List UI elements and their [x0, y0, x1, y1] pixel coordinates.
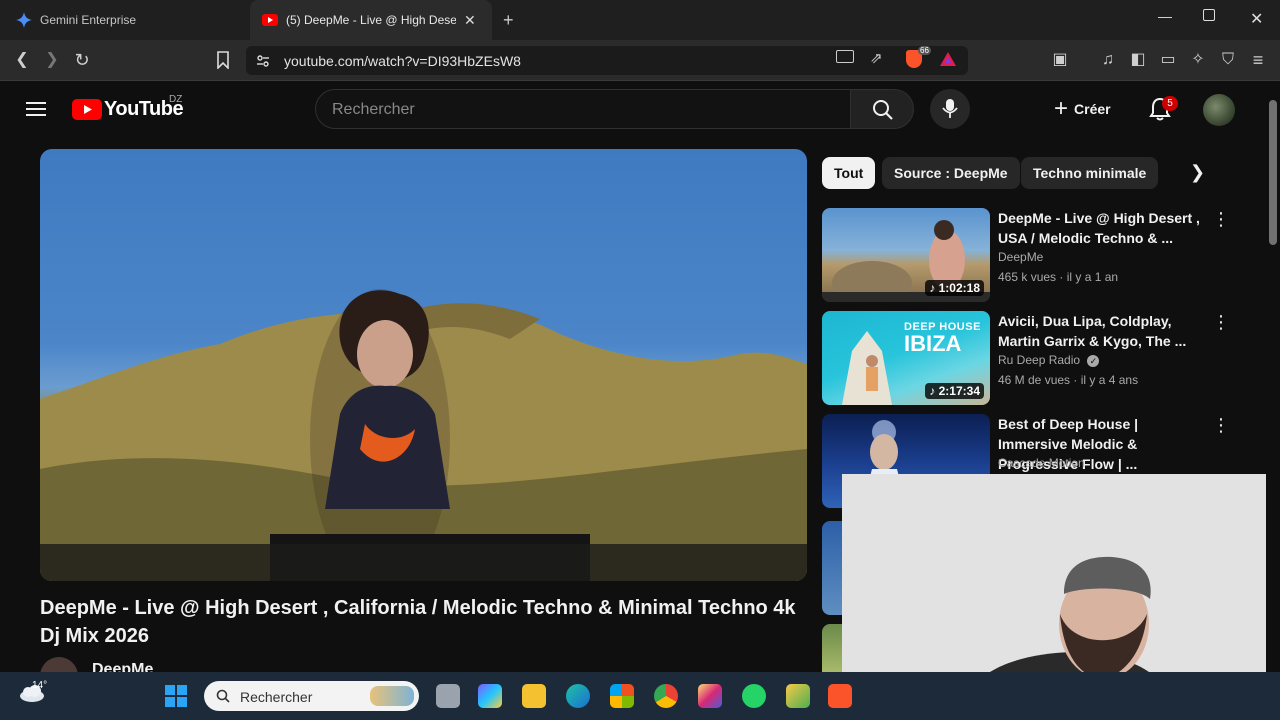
- video-thumbnail[interactable]: ♪ 1:02:18: [822, 208, 990, 302]
- thumbnail-image: [842, 331, 892, 405]
- hamburger-menu-icon[interactable]: [26, 101, 46, 117]
- chrome-icon[interactable]: [654, 684, 678, 708]
- instagram-icon[interactable]: [698, 684, 722, 708]
- rec-meta: 465 k vues · il y a 1 an: [998, 270, 1119, 284]
- tab-title: (5) DeepMe - Live @ High Deser: [286, 13, 456, 27]
- rec-channel[interactable]: Cascade Motion: [998, 456, 1085, 470]
- rec-title[interactable]: Avicii, Dua Lipa, Coldplay, Martin Garri…: [998, 311, 1204, 351]
- video-duration: ♪ 2:17:34: [925, 383, 984, 399]
- minimize-icon[interactable]: —: [1158, 8, 1172, 24]
- site-settings-icon[interactable]: [256, 54, 270, 68]
- tab-title: Gemini Enterprise: [40, 13, 137, 27]
- search-icon: [216, 689, 230, 703]
- video-thumbnail[interactable]: DEEP HOUSE IBIZA ♪ 2:17:34: [822, 311, 990, 405]
- brave-browser-icon[interactable]: [828, 684, 852, 708]
- whatsapp-icon[interactable]: [742, 684, 766, 708]
- share-icon[interactable]: ⇗: [870, 49, 883, 67]
- chip-minimal-techno[interactable]: Techno minimale: [1021, 157, 1159, 189]
- close-tab-icon[interactable]: ✕: [464, 12, 476, 29]
- country-code: DZ: [169, 94, 183, 105]
- youtube-favicon-icon: [262, 14, 278, 26]
- edge-icon[interactable]: [566, 684, 590, 708]
- create-label: Créer: [1074, 101, 1111, 117]
- voice-search-button[interactable]: [930, 89, 970, 129]
- tab-youtube-video[interactable]: (5) DeepMe - Live @ High Deser ✕: [250, 0, 492, 40]
- video-duration: ♪ 1:02:18: [925, 280, 984, 296]
- reader-mode-icon[interactable]: ▣: [1049, 50, 1071, 70]
- browser-toolbar: ❮ ❯ ↻ youtube.com/watch?v=DI93HbZEsW8 ⇗ …: [0, 40, 1280, 81]
- taskbar-search-label: Rechercher: [240, 689, 313, 705]
- cast-icon[interactable]: [836, 50, 854, 63]
- more-options-icon[interactable]: ⋮: [1212, 313, 1230, 331]
- create-button[interactable]: + Créer: [1048, 89, 1111, 129]
- music-note-icon: ♪: [929, 281, 939, 295]
- notifications-badge: 5: [1162, 96, 1178, 111]
- wallet-icon[interactable]: ▭: [1157, 50, 1179, 70]
- verified-icon: ✓: [1087, 355, 1100, 367]
- forward-icon[interactable]: ❯: [41, 50, 63, 70]
- sidebar-icon[interactable]: ◧: [1127, 50, 1149, 70]
- microsoft-store-icon[interactable]: [610, 684, 634, 708]
- search-button[interactable]: [850, 89, 914, 129]
- video-thumbnail[interactable]: [822, 624, 842, 672]
- browser-tab-strip: Gemini Enterprise (5) DeepMe - Live @ Hi…: [0, 0, 1280, 40]
- recommendation-item[interactable]: DEEP HOUSE IBIZA ♪ 2:17:34 Avicii, Dua L…: [822, 311, 1232, 406]
- vpn-icon[interactable]: ⛉: [1217, 50, 1239, 70]
- brave-rewards-icon[interactable]: [940, 52, 956, 66]
- bluestacks-icon[interactable]: [786, 684, 810, 708]
- youtube-header: YouTube DZ Rechercher + Créer 5: [0, 81, 1280, 137]
- chips-next-icon[interactable]: ❯: [1190, 162, 1205, 183]
- more-options-icon[interactable]: ⋮: [1212, 416, 1230, 434]
- video-title: DeepMe - Live @ High Desert , California…: [40, 597, 796, 647]
- menu-icon[interactable]: ≡: [1247, 50, 1269, 70]
- rec-channel[interactable]: Ru Deep Radio ✓: [998, 353, 1100, 367]
- microphone-icon: [942, 99, 958, 118]
- bookmark-icon[interactable]: [216, 51, 230, 69]
- tab-gemini-enterprise[interactable]: Gemini Enterprise: [8, 0, 248, 40]
- taskbar-search[interactable]: Rechercher: [204, 681, 419, 711]
- more-options-icon[interactable]: ⋮: [1212, 210, 1230, 228]
- new-tab-icon[interactable]: +: [503, 10, 514, 31]
- account-avatar[interactable]: [1203, 94, 1235, 126]
- search-icon: [873, 100, 893, 120]
- search-input[interactable]: Rechercher: [332, 101, 415, 119]
- plus-icon: +: [1054, 95, 1069, 122]
- rec-meta: 46 M de vues · il y a 4 ans: [998, 373, 1139, 387]
- youtube-play-icon: [72, 98, 102, 120]
- file-explorer-icon[interactable]: [522, 684, 546, 708]
- video-player[interactable]: [40, 149, 807, 581]
- leo-ai-icon[interactable]: ✧: [1187, 50, 1209, 70]
- media-icon[interactable]: ♫: [1097, 50, 1119, 70]
- music-note-icon: ♪: [929, 384, 939, 398]
- rec-channel[interactable]: DeepMe: [998, 250, 1043, 264]
- task-view-icon[interactable]: [436, 684, 460, 708]
- close-window-icon[interactable]: ✕: [1250, 9, 1263, 29]
- search-highlight-image: [370, 686, 414, 706]
- video-thumbnail[interactable]: [822, 521, 842, 615]
- reload-icon[interactable]: ↻: [71, 50, 93, 70]
- back-icon[interactable]: ❮: [11, 50, 33, 70]
- restore-icon[interactable]: [1203, 9, 1215, 21]
- search-box[interactable]: Rechercher: [315, 89, 851, 129]
- video-frame: [40, 289, 807, 581]
- windows-taskbar: 14° Rechercher: [0, 672, 1280, 720]
- scrollbar-thumb[interactable]: [1269, 100, 1277, 245]
- copilot-icon[interactable]: [478, 684, 502, 708]
- rec-channel-name: Ru Deep Radio: [998, 353, 1081, 367]
- recommendation-item[interactable]: ♪ 1:02:18 DeepMe - Live @ High Desert , …: [822, 208, 1232, 303]
- rec-title[interactable]: DeepMe - Live @ High Desert , USA / Melo…: [998, 208, 1204, 248]
- url-text: youtube.com/watch?v=DI93HbZEsW8: [284, 53, 521, 69]
- gemini-icon: [16, 12, 32, 28]
- chip-source-deepme[interactable]: Source : DeepMe: [882, 157, 1020, 189]
- youtube-logo[interactable]: YouTube: [72, 98, 184, 120]
- chip-all[interactable]: Tout: [822, 157, 876, 189]
- shield-count-badge: 66: [918, 46, 931, 55]
- thumbnail-headline: IBIZA: [904, 331, 962, 356]
- weather-temperature: 14°: [32, 680, 48, 691]
- windows-start-icon[interactable]: [165, 685, 187, 707]
- address-bar[interactable]: youtube.com/watch?v=DI93HbZEsW8 ⇗ 66: [246, 46, 968, 75]
